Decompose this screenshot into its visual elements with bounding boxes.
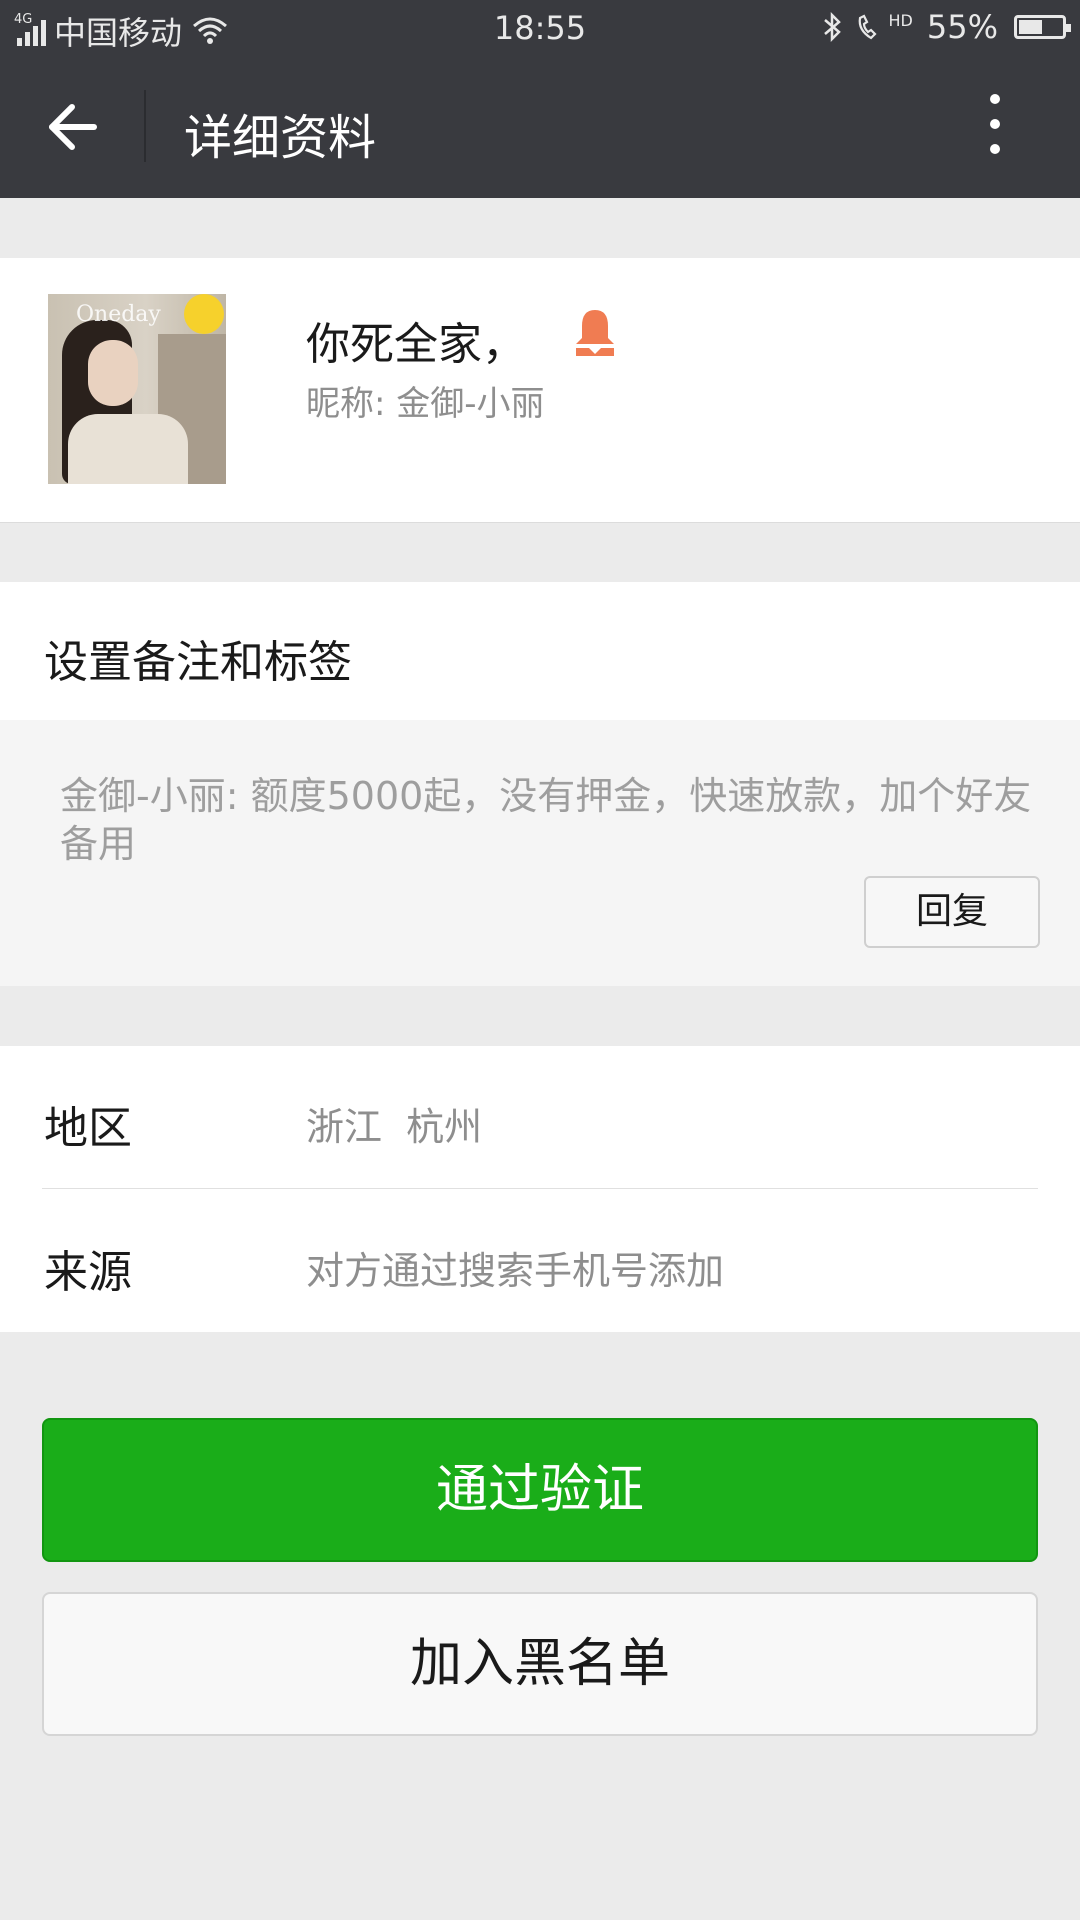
remark-tags-label: 设置备注和标签 (44, 637, 352, 688)
profile-nickname: 昵称: 金御-小丽 (306, 384, 545, 424)
add-to-blacklist-button[interactable]: 加入黑名单 (42, 1592, 1038, 1736)
status-right: HD 55% (821, 8, 1071, 46)
hd-label: HD (888, 10, 913, 30)
profile-card: Oneday 你死全家， 昵称: 金御-小丽 (0, 258, 1080, 523)
reply-button[interactable]: 回复 (864, 876, 1040, 948)
hd-call-icon (858, 14, 877, 40)
source-row: 来源 对方通过搜索手机号添加 (0, 1190, 1080, 1332)
region-row: 地区 浙江 杭州 (0, 1046, 1080, 1189)
info-card: 地区 浙江 杭州 来源 对方通过搜索手机号添加 (0, 1046, 1080, 1332)
remark-tags-item[interactable]: 设置备注和标签 (0, 582, 1080, 720)
battery-percent: 55% (926, 8, 998, 46)
nav-divider (144, 90, 146, 162)
bluetooth-icon (823, 12, 841, 42)
source-label: 来源 (44, 1247, 132, 1298)
profile-name: 你死全家， (306, 319, 526, 370)
row-divider (42, 1188, 1038, 1189)
region-label: 地区 (44, 1103, 132, 1154)
battery-icon (1014, 15, 1071, 39)
source-value: 对方通过搜索手机号添加 (306, 1249, 725, 1293)
more-vertical-icon[interactable] (980, 94, 1010, 158)
status-bar: 4G 中国移动 18:55 HD 55% (0, 0, 1080, 54)
avatar-watermark: Oneday (76, 302, 161, 327)
verification-message-text: 金御-小丽: 额度5000起，没有押金，快速放款，加个好友备用 (60, 774, 1032, 866)
region-value: 浙江 杭州 (306, 1105, 483, 1149)
page-title: 详细资料 (184, 110, 377, 166)
accept-verification-button[interactable]: 通过验证 (42, 1418, 1038, 1562)
avatar-badge-icon (184, 294, 224, 334)
arrow-left-icon[interactable] (46, 100, 100, 154)
nav-bar: 详细资料 (0, 54, 1080, 198)
avatar[interactable]: Oneday (48, 294, 226, 484)
female-icon (576, 310, 614, 356)
